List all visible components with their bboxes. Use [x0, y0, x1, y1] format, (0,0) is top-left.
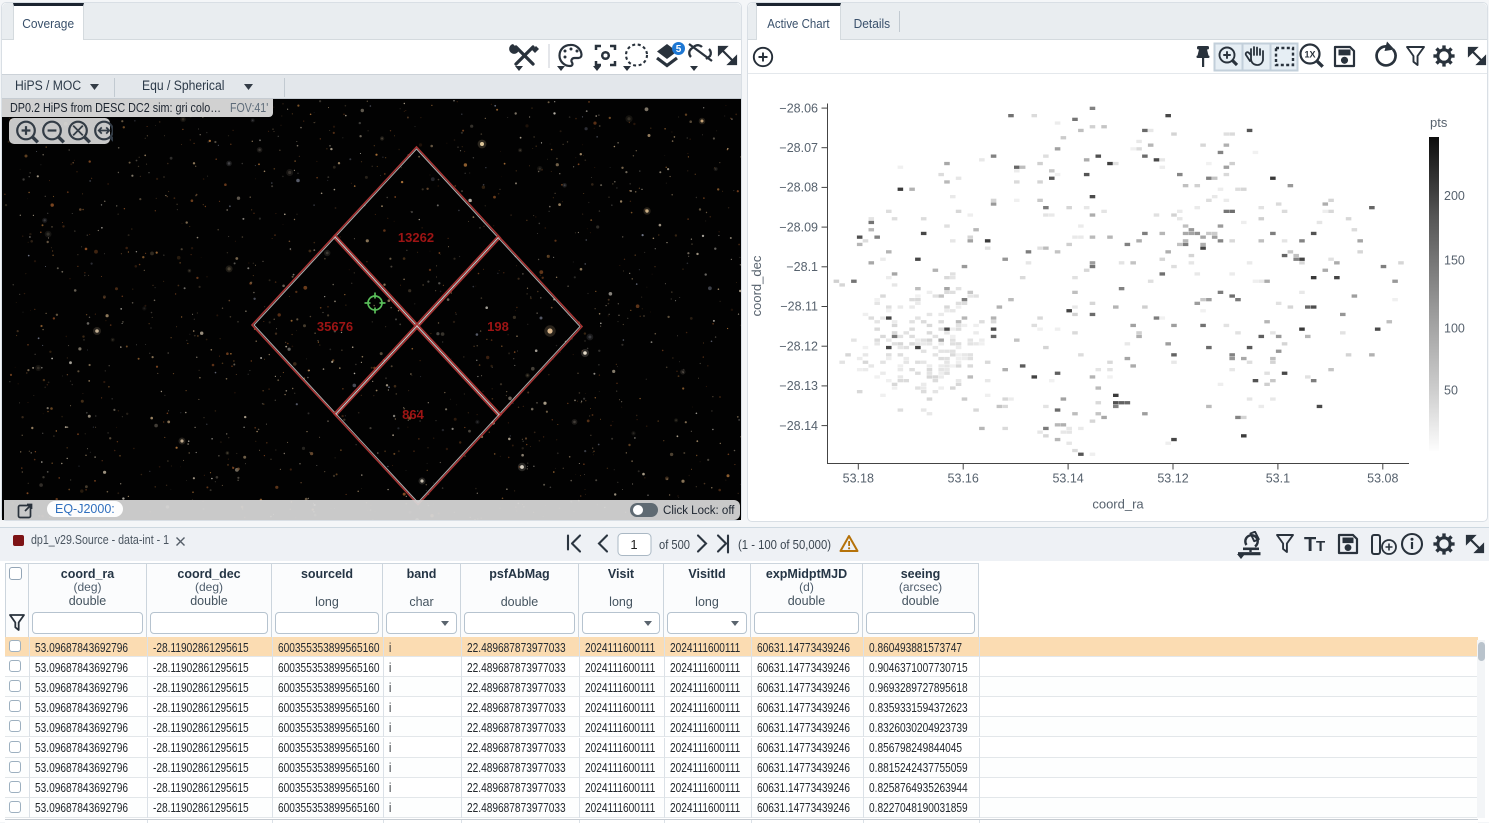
svg-text:35676: 35676 — [317, 319, 353, 334]
svg-text:−28.12: −28.12 — [779, 339, 818, 353]
svg-text:150: 150 — [1444, 254, 1465, 268]
svg-text:T: T — [1304, 534, 1316, 556]
svg-text:53.12: 53.12 — [1157, 472, 1188, 486]
svg-text:−28.06: −28.06 — [779, 101, 818, 115]
svg-text:864: 864 — [402, 407, 424, 422]
svg-text:53.18: 53.18 — [843, 472, 874, 486]
svg-text:(1 - 100 of 50,000): (1 - 100 of 50,000) — [738, 537, 831, 552]
svg-text:50: 50 — [1444, 384, 1458, 398]
svg-text:T: T — [1316, 538, 1325, 555]
svg-text:−28.14: −28.14 — [779, 419, 818, 433]
svg-text:−28.07: −28.07 — [779, 141, 818, 155]
svg-text:coord_ra: coord_ra — [1092, 497, 1144, 512]
svg-text:−28.08: −28.08 — [779, 181, 818, 195]
svg-text:53.14: 53.14 — [1052, 472, 1083, 486]
svg-text:−28.13: −28.13 — [779, 379, 818, 393]
svg-text:−28.09: −28.09 — [779, 220, 818, 234]
svg-text:100: 100 — [1444, 322, 1465, 336]
svg-text:5: 5 — [676, 44, 682, 55]
svg-text:−28.1: −28.1 — [786, 260, 818, 274]
svg-text:−28.11: −28.11 — [780, 300, 818, 314]
svg-text:53.08: 53.08 — [1367, 472, 1398, 486]
svg-text:1: 1 — [630, 537, 637, 552]
svg-text:53.1: 53.1 — [1266, 472, 1290, 486]
svg-text:coord_dec: coord_dec — [749, 255, 764, 316]
svg-text:198: 198 — [487, 319, 509, 334]
svg-text:200: 200 — [1444, 189, 1465, 203]
svg-text:13262: 13262 — [398, 230, 434, 245]
svg-text:53.16: 53.16 — [948, 472, 979, 486]
svg-text:pts: pts — [1430, 115, 1448, 130]
svg-text:of 500: of 500 — [659, 537, 690, 552]
